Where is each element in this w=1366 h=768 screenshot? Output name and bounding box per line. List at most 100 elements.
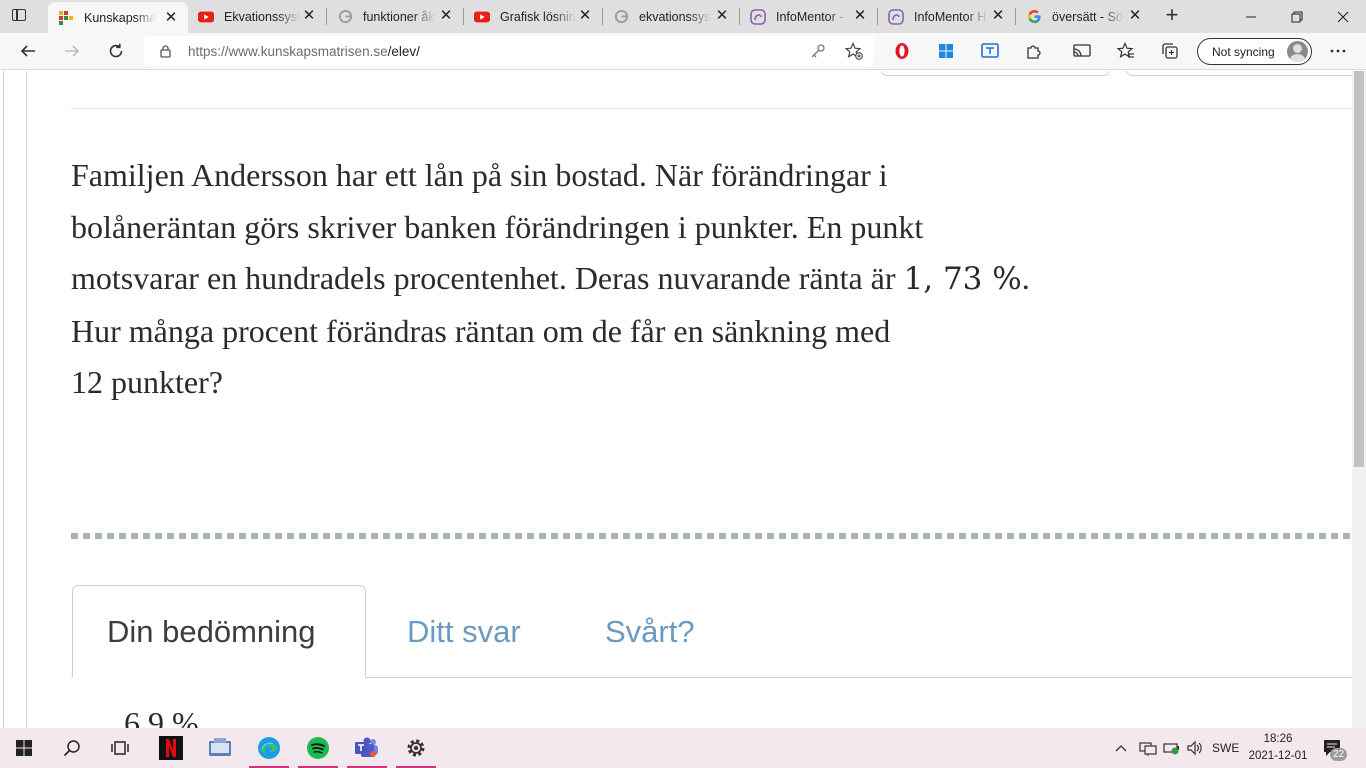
netflix-icon[interactable]	[147, 728, 195, 768]
tab-title: Ekvationssystem	[224, 9, 300, 24]
browser-tab-grafisk-losning[interactable]: Grafisk lösning ✕	[464, 0, 602, 33]
close-tab-icon[interactable]: ✕	[991, 8, 1005, 23]
tab-din-bedomning[interactable]: Din bedömning	[72, 585, 366, 678]
close-window-icon[interactable]	[1320, 0, 1366, 33]
infomentor-icon	[888, 8, 904, 25]
close-tab-icon[interactable]: ✕	[1128, 8, 1142, 23]
clock-date: 2021-12-01	[1248, 750, 1308, 762]
new-tab-plus-icon[interactable]: +	[1160, 4, 1184, 27]
dashed-separator	[71, 533, 1354, 539]
browser-tab-infomentor-1[interactable]: InfoMentor - ✕	[740, 0, 877, 33]
google-icon	[613, 9, 629, 25]
close-tab-icon[interactable]: ✕	[164, 10, 178, 25]
tab-title: översätt - Sök	[1052, 9, 1124, 24]
answer-value: 6,9 %	[124, 705, 199, 728]
task-view-icon[interactable]	[96, 728, 144, 768]
windows-extension-icon[interactable]	[932, 38, 960, 64]
google-icon	[1026, 9, 1042, 25]
profile-sync-button[interactable]: Not syncing	[1197, 38, 1312, 65]
scrollbar-thumb[interactable]	[1354, 71, 1364, 467]
lock-icon[interactable]	[160, 45, 171, 58]
back-arrow-icon[interactable]	[14, 38, 42, 64]
clock-time: 18:26	[1263, 733, 1293, 745]
tab-title: funktioner åk	[363, 9, 435, 24]
answer-tabs: Din bedömning Ditt svar Svårt?	[71, 585, 1354, 678]
notifications-icon[interactable]: 22	[1322, 728, 1348, 768]
edge-browser-icon[interactable]	[245, 728, 293, 768]
settings-more-icon[interactable]	[1324, 38, 1352, 64]
extensions-puzzle-icon[interactable]	[1020, 38, 1048, 64]
tab-svart[interactable]: Svårt?	[605, 585, 695, 678]
network-icon[interactable]	[1139, 728, 1157, 768]
close-tab-icon[interactable]: ✕	[853, 8, 867, 23]
tab-title: Kunskapsmatrisen	[84, 10, 156, 25]
google-icon	[337, 9, 353, 25]
youtube-icon	[474, 9, 490, 25]
tab-title: InfoMentor -	[776, 9, 844, 24]
browser-tab-oversatt[interactable]: översätt - Sök ✕	[1016, 0, 1152, 33]
file-explorer-icon[interactable]	[196, 728, 244, 768]
browser-tab-ekvationssystem-google[interactable]: ekvationssystem ✕	[603, 0, 739, 33]
clock[interactable]: 18:26 2021-12-01	[1248, 731, 1308, 765]
tab-title: ekvationssystem	[639, 9, 711, 24]
browser-toolbar: https://www.kunskapsmatrisen.se/elev/ No…	[0, 33, 1366, 70]
address-bar[interactable]: https://www.kunskapsmatrisen.se/elev/	[144, 36, 874, 66]
browser-tab-strip: Kunskapsmatrisen ✕ Ekvationssystem ✕ fun…	[0, 0, 1366, 33]
url-host: https://www.kunskapsmatrisen.se	[188, 44, 388, 59]
close-tab-icon[interactable]: ✕	[578, 8, 592, 23]
reload-icon[interactable]	[102, 38, 130, 64]
forward-arrow-icon[interactable]	[58, 38, 86, 64]
sentence-period: .	[1021, 260, 1030, 296]
tab-ditt-svar[interactable]: Ditt svar	[407, 585, 521, 678]
page-viewport: Familjen Andersson har ett lån på sin bo…	[0, 71, 1366, 728]
browser-tab-infomentor-2[interactable]: InfoMentor H ✕	[878, 0, 1015, 33]
windows-taskbar: SWE 18:26 2021-12-01 22	[0, 728, 1366, 768]
close-tab-icon[interactable]: ✕	[302, 8, 316, 23]
close-tab-icon[interactable]: ✕	[715, 8, 729, 23]
question-line-text: motsvarar en hundradels procentenhet. De…	[71, 260, 896, 296]
tab-title: InfoMentor H	[914, 9, 987, 24]
infomentor-icon	[750, 8, 766, 25]
browser-tab-ekvationssystem[interactable]: Ekvationssystem ✕	[188, 0, 326, 33]
page-border	[3, 71, 4, 728]
language-indicator[interactable]: SWE	[1212, 728, 1239, 768]
notification-count: 22	[1330, 748, 1348, 761]
restore-window-icon[interactable]	[1274, 0, 1320, 33]
question-line: Hur många procent förändras räntan om de…	[71, 312, 891, 349]
question-line: 12 punkter?	[71, 364, 223, 400]
favorites-icon[interactable]	[1112, 38, 1140, 64]
interest-rate-value: 1, 73 %	[903, 261, 1022, 297]
top-action-button[interactable]	[881, 71, 1110, 76]
browser-tab-funktioner[interactable]: funktioner åk ✕	[327, 0, 463, 33]
spotify-icon[interactable]	[294, 728, 342, 768]
vertical-scrollbar[interactable]	[1352, 71, 1366, 728]
tab-title: Grafisk lösning	[500, 9, 576, 24]
kunskapsmatrisen-icon	[58, 10, 74, 26]
add-favorite-icon[interactable]	[844, 42, 864, 60]
browser-tab-kunskapsmatrisen[interactable]: Kunskapsmatrisen ✕	[48, 2, 188, 33]
opera-extension-icon[interactable]	[888, 38, 916, 64]
card-border	[26, 71, 27, 728]
question-line: Familjen Andersson har ett lån på sin bo…	[71, 157, 888, 193]
key-icon[interactable]	[808, 42, 828, 60]
windows-start-icon[interactable]	[0, 728, 48, 768]
youtube-icon	[198, 9, 214, 25]
search-icon[interactable]	[48, 728, 96, 768]
collections-icon[interactable]	[1156, 38, 1184, 64]
minimize-window-icon[interactable]	[1228, 0, 1274, 33]
battery-icon[interactable]	[1163, 728, 1181, 768]
question-text: Familjen Andersson har ett lån på sin bo…	[71, 150, 1161, 409]
url-path: /elev/	[387, 44, 420, 59]
cast-icon[interactable]	[1068, 38, 1096, 64]
settings-gear-icon[interactable]	[392, 728, 440, 768]
url-text: https://www.kunskapsmatrisen.se/elev/	[188, 44, 420, 59]
teams-icon[interactable]	[343, 728, 391, 768]
avatar	[1287, 41, 1308, 62]
top-action-button[interactable]	[1126, 71, 1366, 76]
volume-icon[interactable]	[1186, 728, 1204, 768]
close-tab-icon[interactable]: ✕	[439, 8, 453, 23]
sync-status-label: Not syncing	[1212, 45, 1275, 59]
tab-actions-menu-icon[interactable]	[10, 6, 32, 26]
translate-extension-icon[interactable]	[976, 38, 1004, 64]
show-hidden-icons-icon[interactable]	[1114, 728, 1128, 768]
